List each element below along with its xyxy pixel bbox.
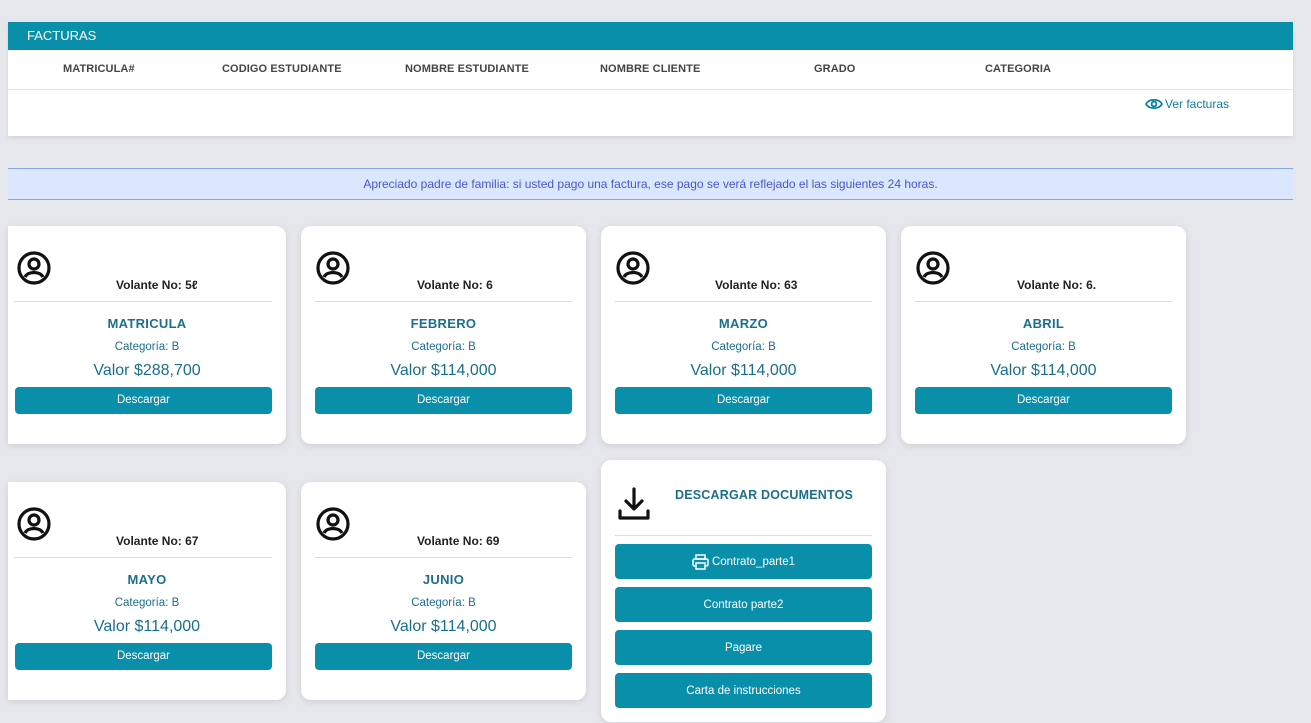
ver-facturas-link[interactable]: Ver facturas xyxy=(1144,97,1229,111)
card-category: Categoría: B xyxy=(1011,341,1076,353)
column-nombre-estudiante: NOMBRE ESTUDIANTE xyxy=(405,63,529,75)
column-codigo-estudiante: CODIGO ESTUDIANTE xyxy=(222,63,342,75)
user-circle-icon xyxy=(316,251,350,285)
volante-card-matricula: Volante No: 5ℓ MATRICULA Categoría: B Va… xyxy=(8,226,286,444)
volante-card-abril: Volante No: 6. ABRIL Categoría: B Valor … xyxy=(901,226,1186,444)
volante-number: Volante No: 5ℓ xyxy=(116,278,198,292)
card-month: JUNIO xyxy=(422,572,465,587)
user-circle-icon xyxy=(316,507,350,541)
descargar-button[interactable]: Descargar xyxy=(315,387,572,414)
user-circle-icon xyxy=(17,507,51,541)
contrato-parte1-label: Contrato_parte1 xyxy=(711,555,796,568)
card-category: Categoría: B xyxy=(411,597,476,609)
volante-number: Volante No: 6 xyxy=(417,278,493,292)
eye-icon xyxy=(1144,98,1163,110)
card-category: Categoría: B xyxy=(411,341,476,353)
volante-number: Volante No: 69 xyxy=(417,534,500,548)
descargar-button[interactable]: Descargar xyxy=(15,387,272,414)
card-category: Categoría: B xyxy=(114,597,180,609)
ver-facturas-label: Ver facturas xyxy=(1164,97,1229,111)
card-value: Valor $288,700 xyxy=(93,362,201,379)
descargar-documentos-title: DESCARGAR DOCUMENTOS xyxy=(675,488,854,502)
facturas-title: FACTURAS xyxy=(8,22,1293,50)
volante-card-junio: Volante No: 69 JUNIO Categoría: B Valor … xyxy=(301,482,586,700)
carta-instrucciones-button[interactable]: Carta de instrucciones xyxy=(615,673,872,708)
card-month: MATRICULA xyxy=(107,316,187,331)
descargar-button[interactable]: Descargar xyxy=(615,387,872,414)
column-nombre-cliente: NOMBRE CLIENTE xyxy=(600,63,701,75)
descargar-documentos-card: DESCARGAR DOCUMENTOS Contrato_parte1 Con… xyxy=(601,460,886,722)
descargar-button[interactable]: Descargar xyxy=(315,643,572,670)
user-circle-icon xyxy=(17,251,51,285)
volante-number: Volante No: 6. xyxy=(1017,278,1097,292)
volante-card-mayo: Volante No: 67 MAYO Categoría: B Valor $… xyxy=(8,482,286,700)
card-value: Valor $114,000 xyxy=(93,618,201,635)
volante-card-marzo: Volante No: 63 MARZO Categoría: B Valor … xyxy=(601,226,886,444)
printer-icon xyxy=(692,553,709,570)
user-circle-icon xyxy=(916,251,950,285)
contrato-parte2-button[interactable]: Contrato parte2 xyxy=(615,587,872,622)
card-month: MARZO xyxy=(718,316,769,331)
volante-number: Volante No: 63 xyxy=(715,278,798,292)
card-month: ABRIL xyxy=(1022,316,1065,331)
payment-notice: Apreciado padre de familia: si usted pag… xyxy=(8,168,1293,200)
volante-card-febrero: Volante No: 6 FEBRERO Categoría: B Valor… xyxy=(301,226,586,444)
column-matricula: MATRICULA# xyxy=(63,63,135,75)
descargar-button[interactable]: Descargar xyxy=(15,643,272,670)
descargar-button[interactable]: Descargar xyxy=(915,387,1172,414)
column-grado: GRADO xyxy=(814,63,856,75)
download-icon xyxy=(618,487,650,520)
contrato-parte1-button[interactable]: Contrato_parte1 xyxy=(615,544,872,579)
facturas-table-header: MATRICULA# CODIGO ESTUDIANTE NOMBRE ESTU… xyxy=(8,50,1293,90)
card-category: Categoría: B xyxy=(711,341,776,353)
card-month: MAYO xyxy=(127,572,167,587)
card-value: Valor $114,000 xyxy=(990,362,1097,379)
user-circle-icon xyxy=(616,251,650,285)
card-value: Valor $114,000 xyxy=(390,362,497,379)
pagare-button[interactable]: Pagare xyxy=(615,630,872,665)
card-value: Valor $114,000 xyxy=(690,362,797,379)
volante-number: Volante No: 67 xyxy=(116,534,199,548)
card-value: Valor $114,000 xyxy=(390,618,497,635)
column-categoria: CATEGORIA xyxy=(985,63,1052,75)
card-month: FEBRERO xyxy=(410,316,477,331)
card-category: Categoría: B xyxy=(114,341,180,353)
facturas-panel: FACTURAS MATRICULA# CODIGO ESTUDIANTE NO… xyxy=(8,22,1293,136)
